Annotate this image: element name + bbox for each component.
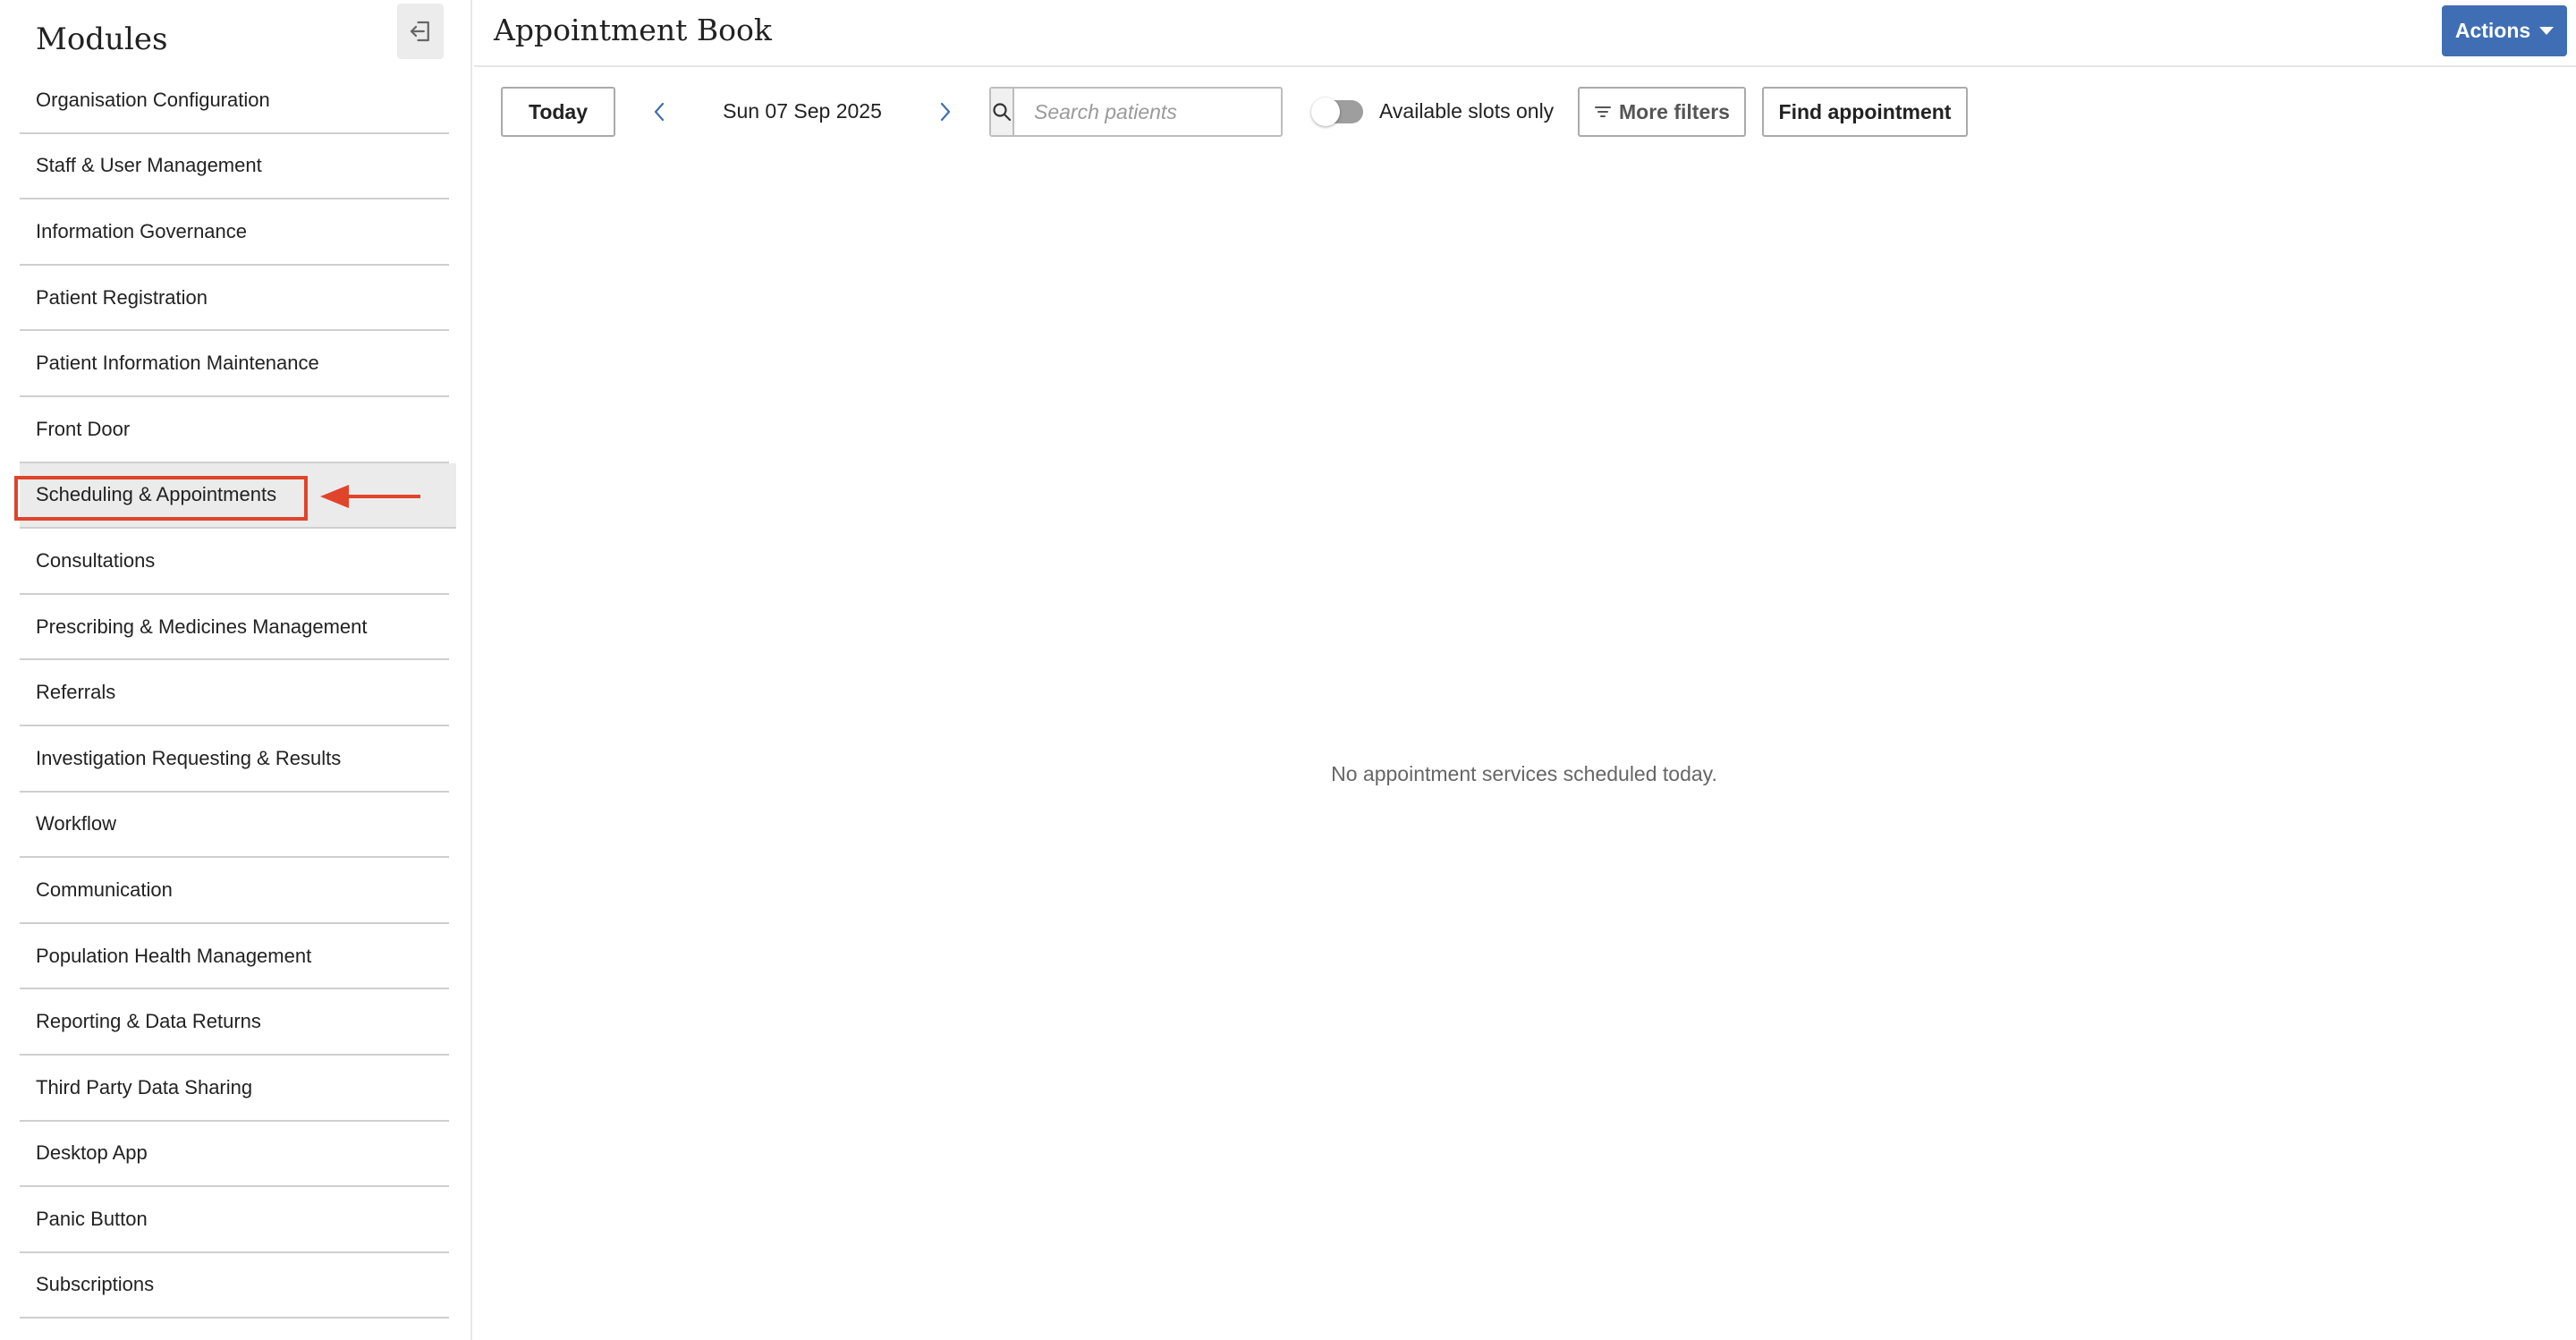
available-slots-label: Available slots only	[1379, 99, 1555, 123]
sidebar-item-label: Patient Information Maintenance	[36, 352, 319, 375]
patient-search	[989, 87, 1302, 137]
sidebar-item[interactable]: Third Party Data Sharing	[20, 1056, 449, 1122]
caret-down-icon	[2539, 27, 2555, 35]
module-list: Organisation Configuration Staff & User M…	[20, 68, 456, 1319]
sidebar-item[interactable]: Investigation Requesting & Results	[20, 726, 449, 793]
search-input[interactable]	[1014, 89, 1302, 135]
sidebar-item[interactable]: Communication	[20, 858, 449, 924]
previous-day-button[interactable]	[646, 97, 673, 127]
sidebar-item-label: Referrals	[36, 681, 116, 704]
chevron-left-icon	[654, 102, 665, 122]
sidebar-item[interactable]: Population Health Management	[20, 924, 449, 990]
empty-state-message: No appointment services scheduled today.	[1331, 762, 1717, 785]
sidebar-item-label: Prescribing & Medicines Management	[36, 615, 368, 638]
more-filters-button[interactable]: More filters	[1578, 87, 1746, 137]
sidebar-item-label: Panic Button	[36, 1207, 148, 1230]
sidebar-item-label: Communication	[36, 878, 173, 901]
sidebar-item[interactable]: Information Governance	[20, 199, 449, 266]
sidebar-item-label: Patient Registration	[36, 285, 208, 309]
sidebar-item-label: Subscriptions	[36, 1273, 155, 1296]
header-divider	[474, 65, 2576, 67]
available-slots-toggle[interactable]	[1311, 98, 1363, 126]
sidebar-item[interactable]: Desktop App	[20, 1122, 449, 1188]
collapse-icon	[410, 21, 429, 42]
sidebar-item-label: Consultations	[36, 548, 156, 572]
sidebar-item[interactable]: Reporting & Data Returns	[20, 989, 449, 1056]
sidebar-item[interactable]: Organisation Configuration	[20, 68, 449, 134]
sidebar-item[interactable]: Referrals	[20, 660, 449, 726]
sidebar-item[interactable]: Workflow	[20, 793, 449, 859]
filter-icon	[1595, 106, 1611, 117]
search-button[interactable]	[991, 89, 1014, 135]
sidebar-item-label: Reporting & Data Returns	[36, 1010, 261, 1033]
sidebar-item[interactable]: Patient Registration	[20, 266, 449, 332]
sidebar-title: Modules	[36, 21, 168, 57]
sidebar-item-label: Third Party Data Sharing	[36, 1075, 253, 1098]
annotation-arrow-icon	[320, 485, 420, 508]
page-title: Appointment Book	[494, 13, 772, 47]
toggle-knob	[1311, 98, 1340, 126]
app-root: Modules Organisation Configuration Staff …	[0, 0, 2576, 1340]
next-day-button[interactable]	[932, 97, 959, 127]
sidebar-item-label: Organisation Configuration	[36, 88, 270, 111]
sidebar-item[interactable]: Prescribing & Medicines Management	[20, 595, 449, 661]
sidebar-item-label: Population Health Management	[36, 944, 312, 967]
find-appointment-button[interactable]: Find appointment	[1762, 87, 1968, 137]
sidebar-item-label: Investigation Requesting & Results	[36, 746, 342, 769]
sidebar-item-label: Workflow	[36, 812, 117, 835]
current-date: Sun 07 Sep 2025	[723, 99, 882, 123]
collapse-sidebar-button[interactable]	[397, 4, 444, 59]
sidebar-item-label: Scheduling & Appointments	[36, 483, 277, 506]
actions-dropdown-button[interactable]: Actions	[2442, 5, 2567, 56]
today-button[interactable]: Today	[501, 87, 615, 137]
sidebar-item[interactable]: Patient Information Maintenance	[20, 331, 449, 397]
more-filters-label: More filters	[1619, 99, 1730, 123]
actions-label: Actions	[2454, 19, 2531, 42]
sidebar-item[interactable]: Staff & User Management	[20, 134, 449, 200]
sidebar-item-label: Staff & User Management	[36, 154, 262, 177]
sidebar-item[interactable]: Panic Button	[20, 1187, 449, 1253]
sidebar-item-label: Information Governance	[36, 219, 248, 242]
sidebar-item[interactable]: Front Door	[20, 397, 449, 463]
sidebar-item[interactable]: Consultations	[20, 529, 449, 595]
sidebar-item[interactable]: Subscriptions	[20, 1253, 449, 1319]
search-icon	[993, 103, 1012, 122]
sidebar-item-label: Front Door	[36, 417, 131, 440]
chevron-right-icon	[940, 102, 951, 122]
modules-sidebar: Modules Organisation Configuration Staff …	[0, 0, 472, 1340]
sidebar-item-label: Desktop App	[36, 1141, 148, 1165]
